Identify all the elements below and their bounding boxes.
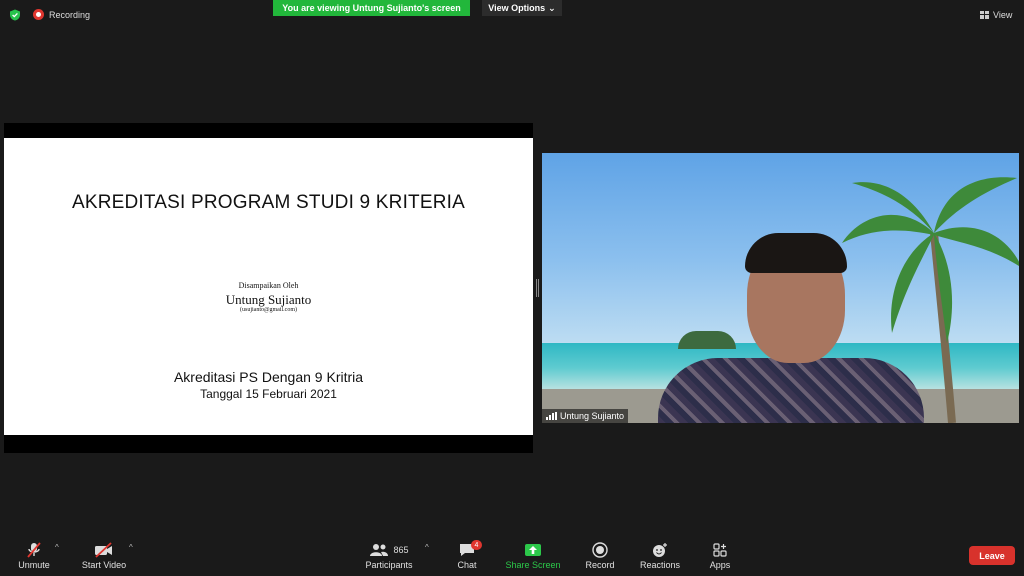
share-screen-button[interactable]: Share Screen	[505, 540, 561, 576]
slide-date: Tanggal 15 Februari 2021	[200, 387, 337, 401]
presentation-slide: AKREDITASI PROGRAM STUDI 9 KRITERIA Disa…	[4, 138, 533, 435]
video-options-chevron-icon[interactable]: ^	[129, 543, 133, 552]
slide-presenter: Untung Sujianto	[225, 292, 312, 307]
record-label: Record	[585, 560, 615, 570]
participant-name-tag: Untung Sujianto	[542, 409, 629, 423]
viewing-banner: You are viewing Untung Sujianto's screen	[273, 0, 470, 16]
slide-email: (usujianto@gmail.com)	[239, 307, 297, 313]
chat-button[interactable]: 4 Chat	[452, 540, 482, 576]
share-screen-icon	[524, 540, 542, 560]
participants-label: Participants	[365, 560, 413, 570]
leave-button[interactable]: Leave	[969, 546, 1015, 565]
start-video-button[interactable]: Start Video	[80, 540, 128, 576]
chevron-down-icon: ⌄	[548, 2, 556, 13]
shared-screen: AKREDITASI PROGRAM STUDI 9 KRITERIA Disa…	[4, 123, 533, 453]
slide-presented-by: Disampaikan Oleh	[238, 281, 299, 290]
participants-button[interactable]: 865 Participants	[362, 540, 416, 576]
reactions-label: Reactions	[639, 560, 681, 570]
record-icon	[592, 540, 608, 560]
participants-options-chevron-icon[interactable]: ^	[425, 543, 429, 552]
video-off-icon	[94, 540, 114, 560]
recording-indicator[interactable]: Recording	[33, 9, 90, 20]
participant-video-tile[interactable]: Untung Sujianto	[542, 153, 1019, 423]
reactions-smiley-icon	[651, 540, 669, 560]
record-button[interactable]: Record	[584, 540, 616, 576]
participant-name: Untung Sujianto	[560, 411, 625, 421]
unmute-label: Unmute	[18, 560, 50, 570]
apps-icon	[712, 540, 728, 560]
chat-badge: 4	[471, 540, 482, 550]
apps-button[interactable]: Apps	[706, 540, 734, 576]
participant-body	[658, 358, 924, 423]
chat-icon: 4	[458, 540, 482, 560]
split-view-handle[interactable]	[536, 279, 539, 297]
share-screen-label: Share Screen	[505, 560, 561, 570]
background-island	[678, 331, 736, 349]
chat-label: Chat	[457, 560, 477, 570]
recording-label: Recording	[49, 9, 91, 20]
view-options-label: View Options	[488, 3, 546, 13]
view-button[interactable]: View	[976, 6, 1018, 23]
unmute-button[interactable]: Unmute	[16, 540, 52, 576]
start-video-label: Start Video	[81, 560, 127, 570]
signal-bars-icon	[546, 412, 557, 420]
slide-title: AKREDITASI PROGRAM STUDI 9 KRITERIA	[71, 192, 466, 213]
microphone-muted-icon	[25, 540, 43, 560]
participants-icon	[370, 544, 389, 556]
participants-count: 865	[393, 545, 409, 555]
slide-subtitle: Akreditasi PS Dengan 9 Kritria	[173, 369, 364, 385]
gallery-grid-icon	[980, 10, 989, 19]
view-label: View	[993, 9, 1013, 20]
apps-label: Apps	[709, 560, 731, 570]
participant-hair	[745, 233, 847, 273]
audio-options-chevron-icon[interactable]: ^	[55, 543, 59, 552]
security-shield-icon[interactable]	[9, 9, 21, 21]
record-icon	[33, 9, 44, 20]
reactions-button[interactable]: Reactions	[640, 540, 680, 576]
participants-icon-group: 865	[369, 540, 409, 560]
view-options-button[interactable]: View Options ⌄	[482, 0, 562, 16]
